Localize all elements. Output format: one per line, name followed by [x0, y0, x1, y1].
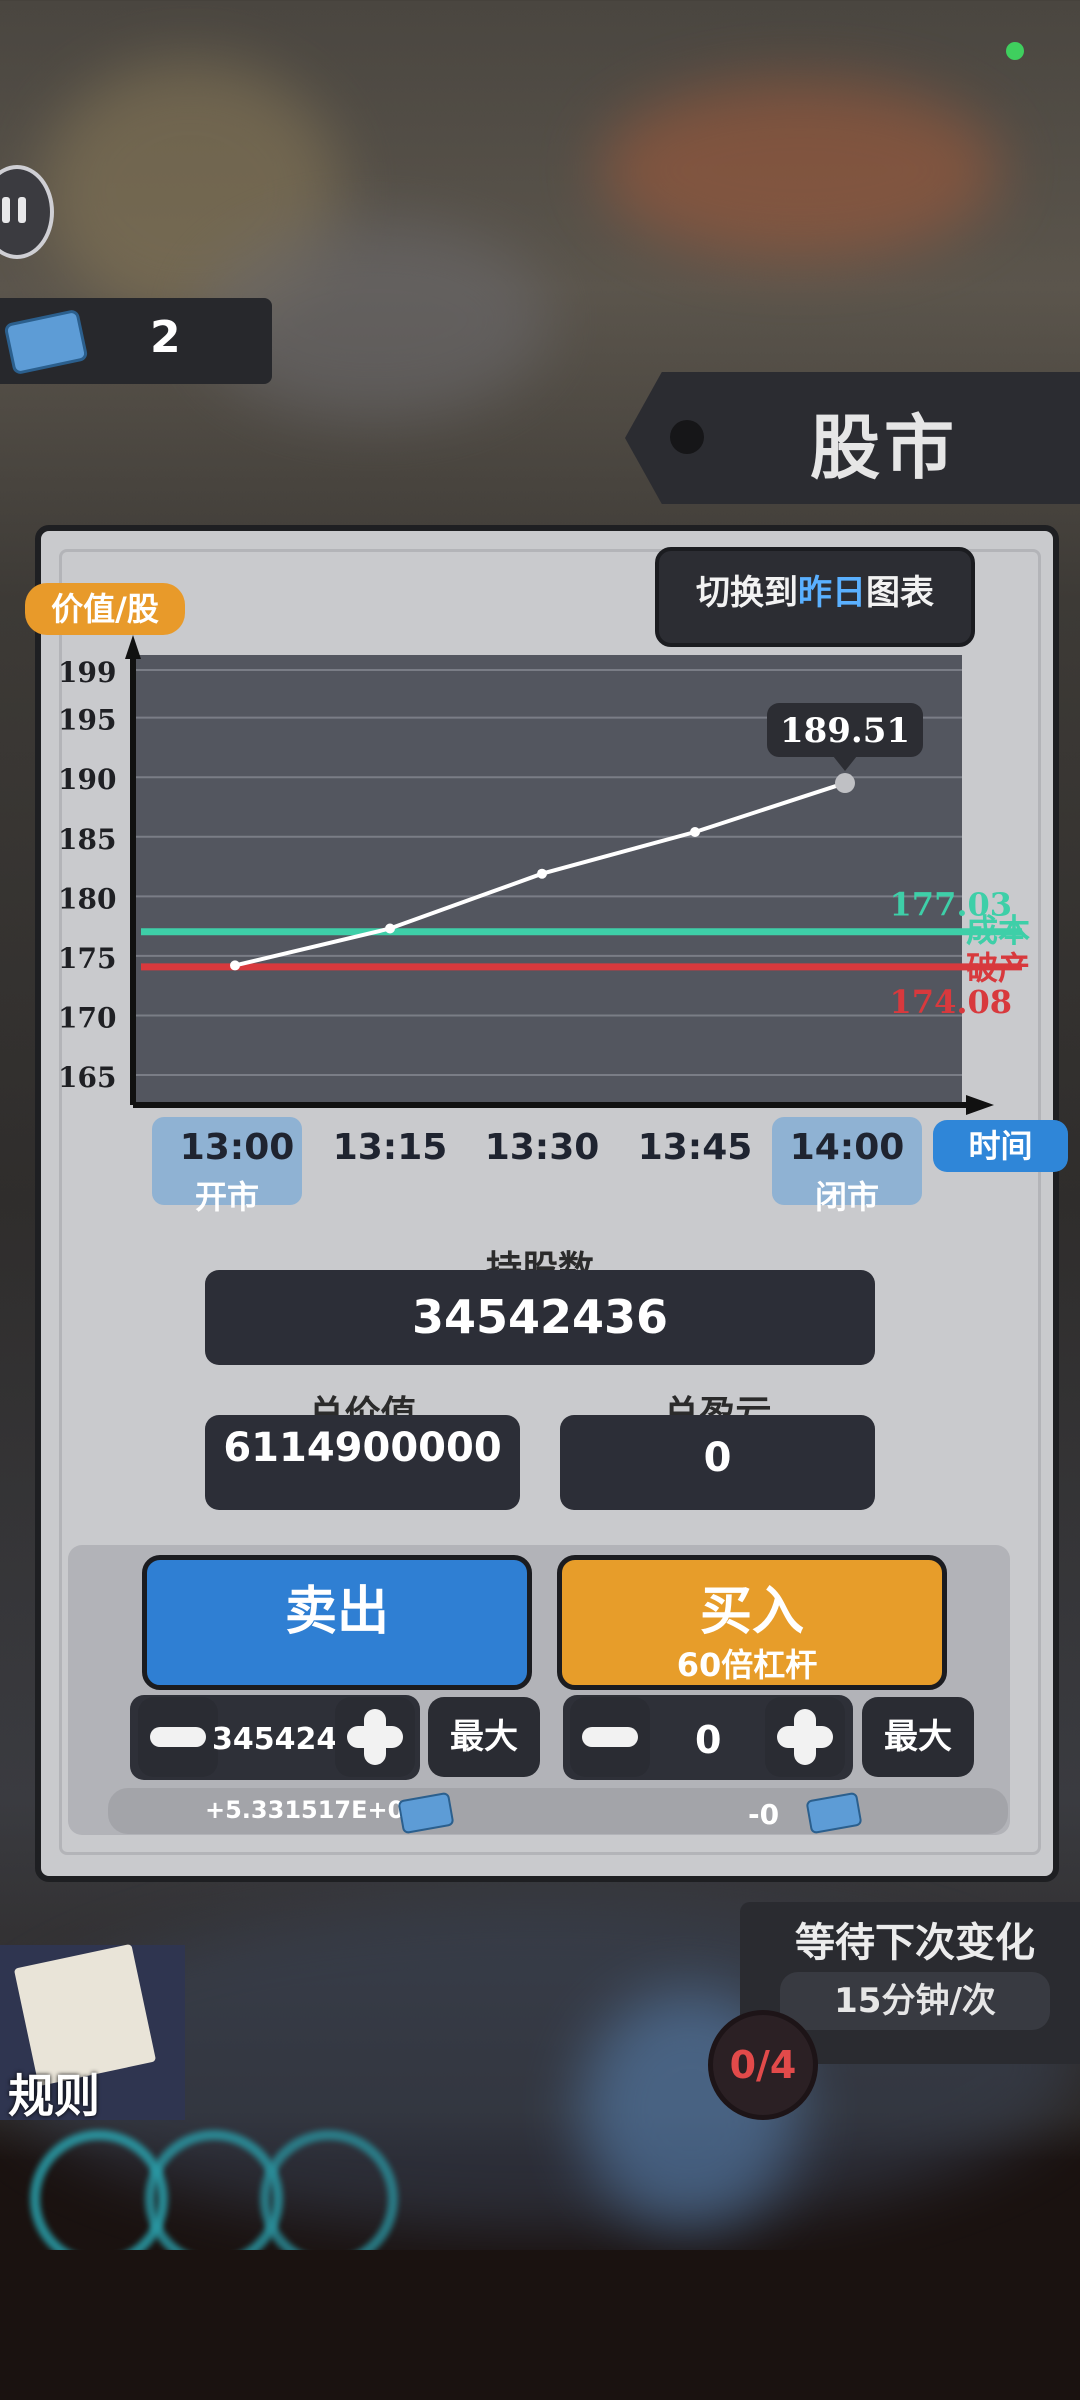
- sell-minus-button[interactable]: [138, 1697, 218, 1777]
- shares-value: 34542436: [411, 1290, 669, 1344]
- next-change-title: 等待下次变化: [795, 1920, 1035, 1966]
- rules-label: 规则: [8, 2069, 100, 2123]
- y-tick-label: 190: [58, 763, 116, 796]
- data-point: [385, 923, 395, 934]
- buy-qty-value: 0: [695, 1718, 722, 1762]
- y-tick-label: 195: [58, 704, 116, 737]
- data-point: [690, 827, 700, 837]
- buy-max-button[interactable]: 最大: [862, 1697, 974, 1777]
- minus-icon: [582, 1727, 638, 1747]
- close-label: 闭市: [814, 1178, 879, 1216]
- buy-minus-button[interactable]: [570, 1697, 650, 1777]
- x-axis-arrow: [966, 1095, 994, 1115]
- x-tick: 13:00: [179, 1127, 295, 1168]
- price-chart: 199195190185180175170165177.03成本174.08破产…: [58, 635, 1030, 1115]
- reference-name: 成本: [966, 912, 1030, 950]
- data-point: [230, 960, 240, 971]
- change-counter: 0/4: [708, 2010, 818, 2120]
- change-interval: 15分钟/次: [780, 1972, 1050, 2030]
- x-tick: 14:00: [789, 1127, 905, 1168]
- y-tick-label: 185: [58, 823, 116, 856]
- total-value: 6114900000: [223, 1425, 502, 1471]
- y-tick-label: 199: [58, 656, 116, 689]
- sell-max-button[interactable]: 最大: [428, 1697, 540, 1777]
- minus-icon: [150, 1727, 206, 1747]
- y-tick-label: 170: [58, 1001, 116, 1034]
- buy-estimate: -0: [748, 1798, 780, 1831]
- y-axis-arrow: [125, 635, 141, 659]
- sell-plus-button[interactable]: [335, 1697, 415, 1777]
- plus-icon: [364, 1709, 386, 1765]
- y-tick-label: 180: [58, 882, 116, 915]
- x-tick: 13:45: [637, 1127, 753, 1168]
- x-tick: 13:15: [332, 1127, 448, 1168]
- bottom-bar: [0, 2250, 1080, 2400]
- x-tick: 13:30: [484, 1127, 600, 1168]
- plus-icon: [794, 1709, 816, 1765]
- blurred-orb: [260, 2130, 398, 2268]
- buy-plus-button[interactable]: [765, 1697, 845, 1777]
- y-tick-label: 165: [58, 1061, 116, 1094]
- y-tick-label: 175: [58, 942, 116, 975]
- sell-estimate: +5.331517E+08: [205, 1796, 422, 1824]
- leverage-label: 60倍杠杆: [676, 1646, 818, 1684]
- reference-value: 174.08: [890, 983, 1012, 1021]
- reference-name: 破产: [966, 949, 1030, 987]
- data-point: [835, 773, 855, 794]
- x-axis-label: 时间: [933, 1120, 1068, 1172]
- data-point: [537, 868, 547, 879]
- current-value: 189.51: [780, 711, 910, 751]
- open-label: 开市: [194, 1178, 259, 1216]
- total-pl-value: 0: [703, 1435, 732, 1481]
- sell-button[interactable]: 卖出: [142, 1555, 532, 1690]
